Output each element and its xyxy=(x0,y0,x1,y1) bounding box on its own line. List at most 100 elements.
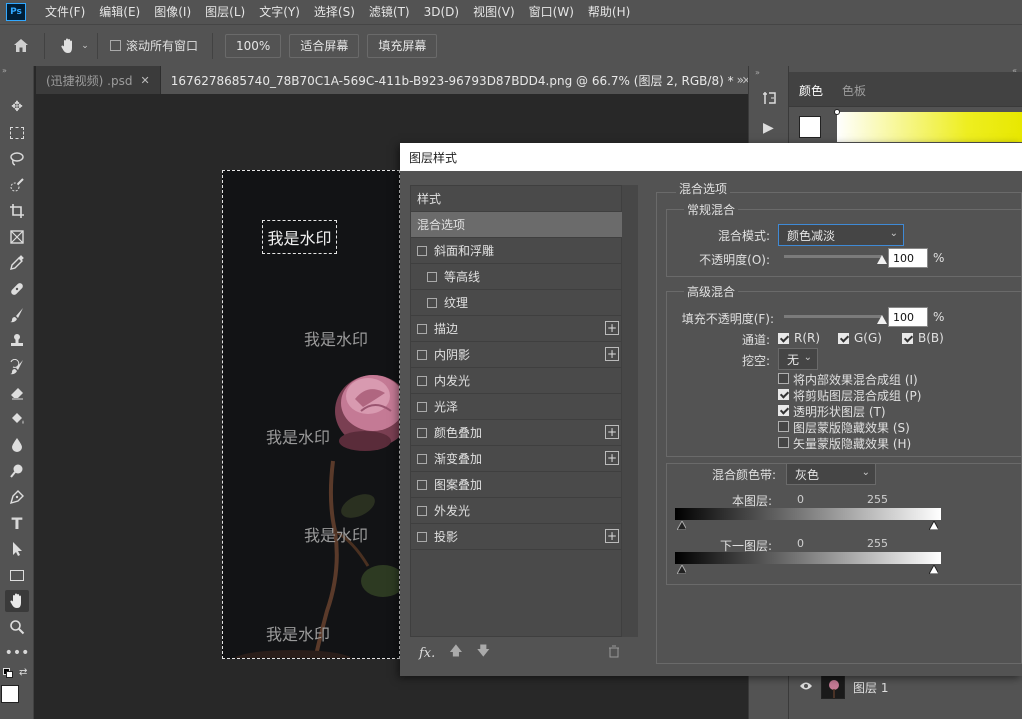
move-down-icon[interactable]: 🡇 xyxy=(477,642,490,664)
brush-tool-icon[interactable] xyxy=(5,304,29,326)
tab-png[interactable]: 1676278685740_78B70C1A-569C-411b-B923-96… xyxy=(160,66,762,94)
rectangle-tool-icon[interactable] xyxy=(5,564,29,586)
menu-item[interactable]: 窗口(W) xyxy=(522,0,581,24)
this-layer-black-handle[interactable] xyxy=(677,521,686,530)
fx-icon[interactable]: fx. xyxy=(419,646,435,661)
style-row[interactable]: 渐变叠加 + xyxy=(411,446,623,472)
layer-row[interactable]: 图层 1 xyxy=(789,672,1022,702)
channel-checkbox[interactable] xyxy=(778,333,789,344)
more-tools-icon[interactable]: ••• xyxy=(5,642,30,664)
marquee-tool-icon[interactable] xyxy=(5,122,29,144)
path-select-tool-icon[interactable] xyxy=(5,538,29,560)
move-up-icon[interactable]: 🡅 xyxy=(449,642,462,664)
menu-item[interactable]: 3D(D) xyxy=(417,0,466,24)
zoom-tool-icon[interactable] xyxy=(5,616,29,638)
move-tool-icon[interactable]: ✥ xyxy=(5,96,29,118)
add-style-icon[interactable]: + xyxy=(605,529,619,543)
style-checkbox[interactable] xyxy=(417,531,427,542)
healing-brush-tool-icon[interactable] xyxy=(5,278,29,300)
menu-item[interactable]: 文字(Y) xyxy=(252,0,307,24)
menu-item[interactable]: 视图(V) xyxy=(466,0,522,24)
fill-opacity-input[interactable]: 100 xyxy=(888,307,928,327)
style-checkbox[interactable] xyxy=(417,349,427,360)
this-layer-gradient[interactable] xyxy=(675,508,941,520)
fill-screen-button[interactable]: 填充屏幕 xyxy=(367,33,438,58)
style-row[interactable]: 光泽 xyxy=(411,394,623,420)
crop-tool-icon[interactable] xyxy=(5,200,29,222)
opacity-input[interactable]: 100 xyxy=(888,248,928,268)
zoom-100-button[interactable]: 100% xyxy=(225,33,282,58)
quick-select-tool-icon[interactable] xyxy=(5,174,29,196)
style-checkbox[interactable] xyxy=(417,323,427,334)
eye-icon[interactable] xyxy=(799,680,813,695)
knockout-select[interactable]: 无 ⌄ xyxy=(778,348,818,370)
pen-tool-icon[interactable] xyxy=(5,486,29,508)
menu-item[interactable]: 帮助(H) xyxy=(581,0,637,24)
menu-item[interactable]: 图像(I) xyxy=(147,0,198,24)
eraser-tool-icon[interactable] xyxy=(5,382,29,404)
style-row[interactable]: 混合选项 xyxy=(411,212,623,238)
chevron-down-icon[interactable]: ⌄ xyxy=(79,35,91,57)
this-layer-white-handle[interactable] xyxy=(929,521,938,530)
color-ramp[interactable] xyxy=(837,112,1022,142)
fit-screen-button[interactable]: 适合屏幕 xyxy=(289,33,360,58)
channel-checkbox[interactable] xyxy=(902,333,913,344)
scroll-all-windows-checkbox[interactable] xyxy=(110,40,121,51)
add-style-icon[interactable]: + xyxy=(605,425,619,439)
collapse-icon[interactable]: » xyxy=(755,68,760,77)
style-checkbox[interactable] xyxy=(417,401,427,412)
style-checkbox[interactable] xyxy=(417,245,427,256)
tab-swatches[interactable]: 色板 xyxy=(842,82,866,99)
underlying-layer-white-handle[interactable] xyxy=(929,565,938,574)
foreground-color-swatch[interactable] xyxy=(1,685,19,703)
fill-opacity-slider[interactable] xyxy=(784,315,882,318)
style-checkbox[interactable] xyxy=(427,297,437,308)
style-list-scrollbar[interactable] xyxy=(622,185,638,637)
dodge-tool-icon[interactable] xyxy=(5,460,29,482)
foreground-color-swatch[interactable] xyxy=(799,116,821,138)
style-row[interactable]: 颜色叠加 + xyxy=(411,420,623,446)
style-row[interactable]: 描边 + xyxy=(411,316,623,342)
history-panel-icon[interactable] xyxy=(762,90,778,110)
style-checkbox[interactable] xyxy=(417,505,427,516)
blend-mode-select[interactable]: 颜色减淡 ⌄ xyxy=(778,224,904,246)
advanced-option-checkbox[interactable] xyxy=(778,421,789,432)
menu-item[interactable]: 文件(F) xyxy=(38,0,92,24)
type-tool-icon[interactable]: T xyxy=(5,512,29,534)
trash-icon[interactable] xyxy=(608,645,620,662)
add-style-icon[interactable]: + xyxy=(605,451,619,465)
style-row[interactable]: 投影 + xyxy=(411,524,623,550)
style-row[interactable]: 内阴影 + xyxy=(411,342,623,368)
style-row[interactable]: 内发光 xyxy=(411,368,623,394)
stamp-tool-icon[interactable] xyxy=(5,330,29,352)
swap-colors-icon[interactable]: ⇄ xyxy=(19,667,27,678)
style-checkbox[interactable] xyxy=(417,479,427,490)
style-row[interactable]: 斜面和浮雕 xyxy=(411,238,623,264)
hand-tool-icon[interactable] xyxy=(5,590,29,612)
add-style-icon[interactable]: + xyxy=(605,347,619,361)
underlying-layer-black-handle[interactable] xyxy=(677,565,686,574)
style-row[interactable]: 等高线 xyxy=(411,264,623,290)
menu-item[interactable]: 编辑(E) xyxy=(92,0,147,24)
default-colors-icon[interactable] xyxy=(3,668,13,678)
opacity-slider[interactable] xyxy=(784,255,882,258)
menu-item[interactable]: 选择(S) xyxy=(307,0,362,24)
underlying-layer-gradient[interactable] xyxy=(675,552,941,564)
actions-play-icon[interactable]: ▶ xyxy=(763,120,774,136)
blend-if-select[interactable]: 灰色 ⌄ xyxy=(786,463,876,485)
add-style-icon[interactable]: + xyxy=(605,321,619,335)
collapse-icon[interactable]: » xyxy=(2,66,7,75)
selected-watermark-text[interactable]: 我是水印 xyxy=(262,220,337,254)
opacity-slider-thumb[interactable] xyxy=(877,255,887,264)
hand-tool-icon[interactable] xyxy=(57,35,79,57)
lasso-tool-icon[interactable] xyxy=(5,148,29,170)
style-row[interactable]: 纹理 xyxy=(411,290,623,316)
tab-psd[interactable]: (迅捷视频) .psd ✕ xyxy=(36,66,161,94)
advanced-option-checkbox[interactable] xyxy=(778,437,789,448)
channel-checkbox[interactable] xyxy=(838,333,849,344)
advanced-option-checkbox[interactable] xyxy=(778,405,789,416)
style-checkbox[interactable] xyxy=(427,271,437,282)
advanced-option-checkbox[interactable] xyxy=(778,389,789,400)
style-checkbox[interactable] xyxy=(417,375,427,386)
frame-tool-icon[interactable] xyxy=(5,226,29,248)
